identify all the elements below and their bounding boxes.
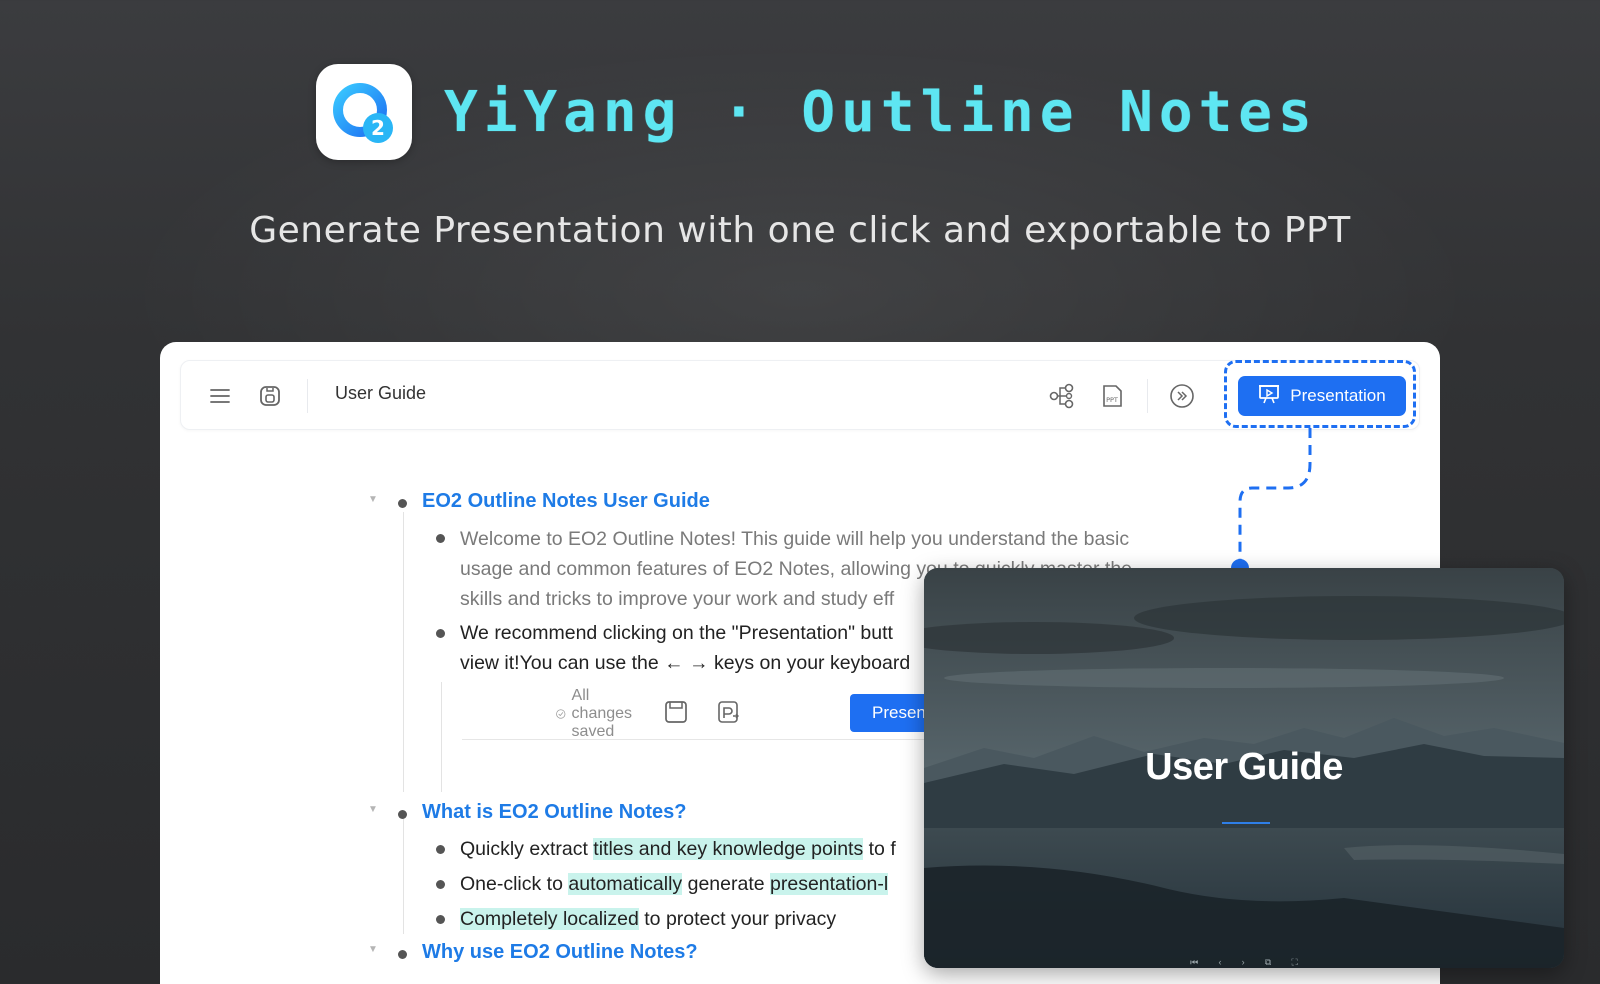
highlighted-text: titles and key knowledge points <box>593 838 864 860</box>
text-segment: to f <box>863 838 896 860</box>
outline-item[interactable]: Completely localized to protect your pri… <box>460 904 836 934</box>
first-slide-icon[interactable]: ⏮ <box>1190 957 1198 968</box>
outline-guide-line <box>441 682 442 792</box>
menu-icon[interactable] <box>205 381 235 411</box>
save-icon[interactable] <box>255 381 285 411</box>
outline-item-line[interactable]: view it!You can use the ← → keys on your… <box>460 648 910 678</box>
bullet-icon[interactable] <box>398 950 407 959</box>
eo2-logo-icon: 2 <box>316 64 412 160</box>
outline-item[interactable]: Quickly extract titles and key knowledge… <box>460 834 896 864</box>
divider <box>462 739 942 740</box>
outline-item-line[interactable]: We recommend clicking on the "Presentati… <box>460 618 893 648</box>
text-segment: to protect your privacy <box>638 908 837 930</box>
outline-guide-line <box>403 512 404 792</box>
expand-icon[interactable] <box>1167 381 1197 411</box>
ppt-export-icon <box>716 699 742 730</box>
highlighted-text: presentation-l <box>770 873 889 895</box>
bullet-icon[interactable] <box>436 629 445 638</box>
text-segment: generate <box>682 873 771 895</box>
fullscreen-icon[interactable]: ⛶ <box>1292 957 1298 968</box>
embedded-toolbar: All changes saved <box>556 687 742 740</box>
doc-title: User Guide <box>335 383 427 403</box>
text-segment: Quickly extract <box>460 838 594 860</box>
outline-item-line[interactable]: Welcome to EO2 Outline Notes! This guide… <box>460 524 1129 554</box>
text-segment: One-click to <box>460 873 569 895</box>
save-status: All changes saved <box>556 687 640 741</box>
collapse-caret-icon[interactable]: ▼ <box>368 494 378 505</box>
presentation-highlight <box>1224 360 1416 428</box>
highlighted-text: automatically <box>568 873 683 895</box>
mindmap-icon[interactable] <box>1047 381 1077 411</box>
slide-underline <box>1222 822 1270 824</box>
toolbar-divider <box>1147 379 1148 413</box>
toolbar-divider <box>307 379 308 413</box>
bullet-icon[interactable] <box>436 534 445 543</box>
section-title[interactable]: EO2 Outline Notes User Guide <box>422 490 710 513</box>
save-status-label: All changes saved <box>571 687 633 740</box>
section-title[interactable]: Why use EO2 Outline Notes? <box>422 941 698 964</box>
presentation-slide-preview: User Guide ⏮ ‹ › ⧉ ⛶ <box>924 568 1564 968</box>
bullet-icon[interactable] <box>436 880 445 889</box>
brand-title: YiYang · Outline Notes <box>444 79 1318 145</box>
bullet-icon[interactable] <box>436 845 445 854</box>
collapse-caret-icon[interactable]: ▼ <box>368 804 378 815</box>
outline-item[interactable]: One-click to automatically generate pres… <box>460 869 889 899</box>
outline-guide-line <box>403 818 404 934</box>
subtitle: Generate Presentation with one click and… <box>249 210 1351 251</box>
brand-header: 2 YiYang · Outline Notes <box>316 64 1318 160</box>
section-title[interactable]: What is EO2 Outline Notes? <box>422 801 686 824</box>
bullet-icon[interactable] <box>436 915 445 924</box>
slide-controls[interactable]: ⏮ ‹ › ⧉ ⛶ <box>1180 956 1308 968</box>
ppt-export-icon[interactable]: PPT <box>1097 381 1127 411</box>
check-circle-icon <box>556 709 566 719</box>
bullet-icon[interactable] <box>398 810 407 819</box>
highlighted-text: Completely localized <box>460 908 639 930</box>
bullet-icon[interactable] <box>398 499 407 508</box>
save-icon <box>664 700 688 729</box>
connector-line <box>1231 428 1312 577</box>
next-slide-icon[interactable]: › <box>1242 957 1245 967</box>
svg-text:PPT: PPT <box>1106 396 1118 404</box>
slide-title: User Guide <box>1145 746 1343 788</box>
svg-text:2: 2 <box>371 116 385 140</box>
overview-icon[interactable]: ⧉ <box>1265 957 1271 968</box>
prev-slide-icon[interactable]: ‹ <box>1218 957 1221 967</box>
outline-item-line[interactable]: skills and tricks to improve your work a… <box>460 584 894 614</box>
collapse-caret-icon[interactable]: ▼ <box>368 944 378 955</box>
